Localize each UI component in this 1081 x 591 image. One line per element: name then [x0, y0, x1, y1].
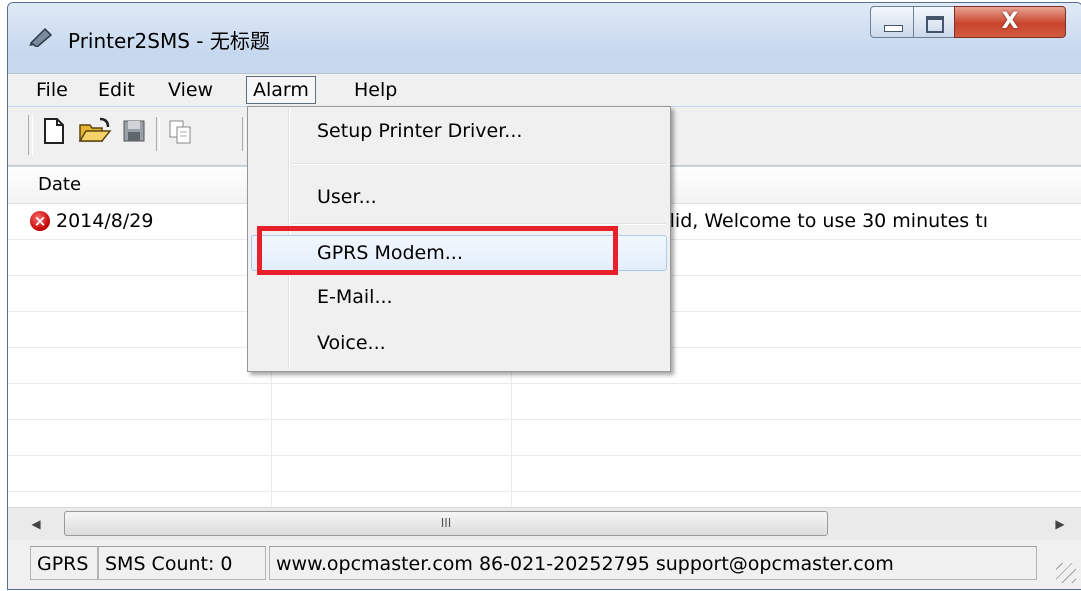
menu-item-voice[interactable]: Voice... [251, 325, 667, 361]
menu-separator [292, 223, 666, 225]
status-bar: GPRS SMS Count: 0 www.opcmaster.com 86-0… [8, 540, 1081, 589]
title-bar[interactable]: Printer2SMS - 无标题 X [8, 3, 1081, 57]
highlight-annotation [257, 226, 618, 275]
menu-help[interactable]: Help [348, 76, 403, 104]
menu-bar: File Edit View Alarm Help [8, 73, 1081, 106]
horizontal-scrollbar[interactable]: ◀ III ▶ [8, 507, 1081, 540]
save-icon[interactable] [122, 117, 148, 147]
resize-grip[interactable] [1056, 563, 1076, 583]
menu-item-email[interactable]: E-Mail... [251, 279, 667, 315]
maximize-icon [926, 16, 944, 33]
table-row [8, 419, 1081, 456]
close-icon: X [1001, 9, 1019, 34]
row-message: alid, Welcome to use 30 minutes tı [658, 210, 988, 232]
printer-pen-icon [28, 25, 54, 51]
scroll-left-icon[interactable]: ◀ [20, 508, 52, 540]
toolbar-separator [156, 117, 160, 151]
toolbar-separator [242, 117, 246, 151]
menu-item-user[interactable]: User... [251, 179, 667, 215]
close-button[interactable]: X [954, 6, 1066, 38]
menu-edit[interactable]: Edit [92, 76, 141, 104]
menu-alarm[interactable]: Alarm [246, 76, 316, 104]
status-mode: GPRS [30, 546, 98, 580]
table-row [8, 455, 1081, 492]
status-contact: www.opcmaster.com 86-021-20252795 suppor… [269, 546, 1037, 580]
status-sms-count: SMS Count: 0 [98, 546, 266, 580]
maximize-button[interactable] [913, 6, 955, 38]
minimize-icon [884, 25, 903, 32]
menu-item-setup-printer-driver[interactable]: Setup Printer Driver... [251, 113, 667, 149]
toolbar-grip[interactable] [28, 115, 33, 155]
column-date[interactable]: Date [32, 167, 272, 203]
menu-separator [292, 163, 666, 165]
minimize-button[interactable] [870, 6, 914, 38]
new-icon[interactable] [42, 117, 68, 147]
error-icon: × [30, 211, 50, 231]
menu-view[interactable]: View [162, 76, 219, 104]
window-title: Printer2SMS - 无标题 [68, 29, 270, 53]
row-date: 2014/8/29 [56, 210, 154, 232]
scroll-right-icon[interactable]: ▶ [1044, 508, 1076, 540]
scroll-grip-icon: III [440, 516, 452, 530]
copy-icon[interactable] [168, 117, 194, 147]
open-icon[interactable] [78, 117, 112, 147]
menu-file[interactable]: File [30, 76, 74, 104]
scrollbar-thumb[interactable]: III [64, 511, 828, 536]
table-row [8, 383, 1081, 420]
